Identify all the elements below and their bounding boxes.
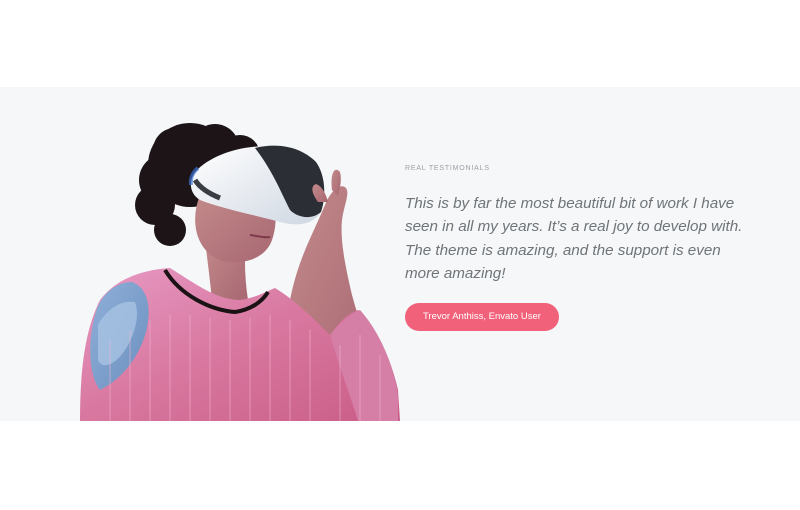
testimonial-section: REAL TESTIMONIALS This is by far the mos…	[0, 0, 800, 510]
testimonial-quote: This is by far the most beautiful bit of…	[405, 195, 743, 283]
section-eyebrow-label: REAL TESTIMONIALS	[405, 165, 490, 172]
testimonial-author-button[interactable]: Trevor Anthiss, Envato User	[405, 303, 559, 331]
vr-headset-woman-image	[40, 110, 410, 421]
